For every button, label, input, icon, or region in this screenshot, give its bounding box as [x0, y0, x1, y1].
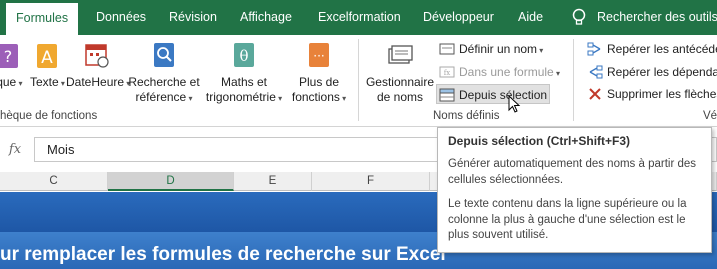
reperer-antecedents-button[interactable]: Repérer les antécéden — [585, 39, 717, 59]
depuis-selection-button[interactable]: Depuis sélection — [436, 84, 550, 104]
tab-affichage[interactable]: Affichage — [240, 0, 292, 35]
svg-text:?: ? — [4, 47, 13, 66]
define-name-icon — [439, 43, 455, 55]
group-label-audit: Vé — [703, 110, 717, 122]
recherche-reference-button[interactable]: Recherche et référence ▾ — [128, 35, 200, 111]
group-label-function-library: hèque de fonctions — [0, 110, 98, 122]
create-from-selection-icon — [439, 88, 455, 102]
tab-aide[interactable]: Aide — [518, 0, 543, 35]
maths-label-1: Maths et — [220, 75, 268, 89]
calendar-clock-icon — [85, 44, 109, 68]
name-manager-icon — [388, 45, 413, 64]
logique-button[interactable]: ? ique ▾ — [0, 35, 26, 111]
group-label-defined-names: Noms définis — [433, 110, 500, 122]
supprimer-fleches-button[interactable]: Supprimer les flèches ▾ — [585, 84, 717, 104]
trace-precedents-icon — [587, 42, 601, 56]
group-separator — [573, 39, 574, 121]
more-functions-icon: ··· — [309, 43, 329, 67]
gestionnaire-label-1: Gestionnaire — [365, 75, 435, 89]
gestionnaire-label-2: de noms — [376, 90, 424, 104]
use-in-formula-icon: fx — [439, 66, 455, 78]
column-header-d[interactable]: D — [108, 172, 234, 191]
tooltip: Depuis sélection (Ctrl+Shift+F3) Générer… — [437, 127, 712, 253]
dateheure-button[interactable]: DateHeure ▾ — [66, 35, 130, 111]
texte-button[interactable]: A Texte ▾ — [30, 35, 65, 111]
text-function-icon: A — [37, 44, 57, 68]
trace-dependents-icon — [589, 65, 603, 79]
definir-label: Définir un nom — [459, 42, 538, 56]
depuis-selection-label: Depuis sélection — [459, 88, 548, 102]
column-header-c[interactable]: C — [0, 172, 108, 191]
gestionnaire-noms-button[interactable]: Gestionnaire de noms — [362, 35, 438, 111]
svg-text:A: A — [41, 48, 53, 68]
tooltip-paragraph-1: Générer automatiquement des noms à parti… — [448, 158, 697, 186]
maths-label-2: trigonométrie — [205, 90, 276, 104]
tab-developpeur[interactable]: Développeur — [423, 0, 494, 35]
dateheure-label: DateHeure — [66, 75, 125, 89]
plus-label-2: fonctions — [291, 90, 340, 104]
maths-trigo-button[interactable]: θ Maths et trigonométrie ▾ — [202, 35, 286, 111]
remove-arrows-icon — [589, 88, 601, 100]
recherche-label-1: Recherche et — [128, 75, 200, 89]
reperer-dependants-button[interactable]: Repérer les dépendan — [585, 62, 717, 82]
mouse-cursor-icon — [508, 95, 521, 113]
tab-donnees[interactable]: Données — [96, 0, 146, 35]
theta-icon: θ — [234, 43, 254, 67]
svg-text:θ: θ — [239, 47, 248, 65]
dans-formule-label: Dans une formule — [459, 65, 554, 79]
ribbon-tab-bar: Formules Données Révision Affichage Exce… — [0, 0, 717, 35]
tooltip-paragraph-2: Le texte contenu dans la ligne supérieur… — [448, 198, 687, 241]
reperer-antecedents-label: Repérer les antécéden — [607, 42, 717, 56]
supprimer-fleches-label: Supprimer les flèches — [607, 87, 717, 101]
plus-fonctions-button[interactable]: ··· Plus de fonctions ▾ — [288, 35, 350, 111]
recherche-label-2: référence — [135, 90, 187, 104]
plus-label-1: Plus de — [298, 75, 340, 89]
logique-label: ique — [0, 75, 17, 89]
tab-revision[interactable]: Révision — [169, 0, 217, 35]
ribbon: ? ique ▾ A Texte ▾ DateHeure ▾ Recherche… — [0, 35, 717, 127]
tell-me-search[interactable]: Rechercher des outils a — [597, 0, 717, 35]
texte-label: Texte — [30, 75, 59, 89]
question-book-icon: ? — [0, 44, 18, 68]
column-header-e[interactable]: E — [234, 172, 312, 191]
column-header-f[interactable]: F — [312, 172, 430, 191]
reperer-dependants-label: Repérer les dépendan — [607, 65, 717, 79]
svg-text:···: ··· — [313, 49, 324, 63]
definir-nom-button[interactable]: Définir un nom ▾ — [437, 39, 543, 59]
lightbulb-icon — [572, 8, 586, 25]
lookup-icon — [154, 43, 174, 67]
tab-excelformation[interactable]: Excelformation — [318, 0, 401, 35]
tab-formules[interactable]: Formules — [6, 3, 79, 35]
group-separator — [358, 39, 359, 121]
svg-text:fx: fx — [444, 69, 451, 77]
tooltip-title: Depuis sélection (Ctrl+Shift+F3) — [448, 134, 631, 148]
dans-formule-button[interactable]: fx Dans une formule ▾ — [437, 62, 560, 82]
fx-icon[interactable]: fx — [0, 136, 30, 163]
sheet-title-text: ur remplacer les formules de recherche s… — [0, 244, 446, 265]
